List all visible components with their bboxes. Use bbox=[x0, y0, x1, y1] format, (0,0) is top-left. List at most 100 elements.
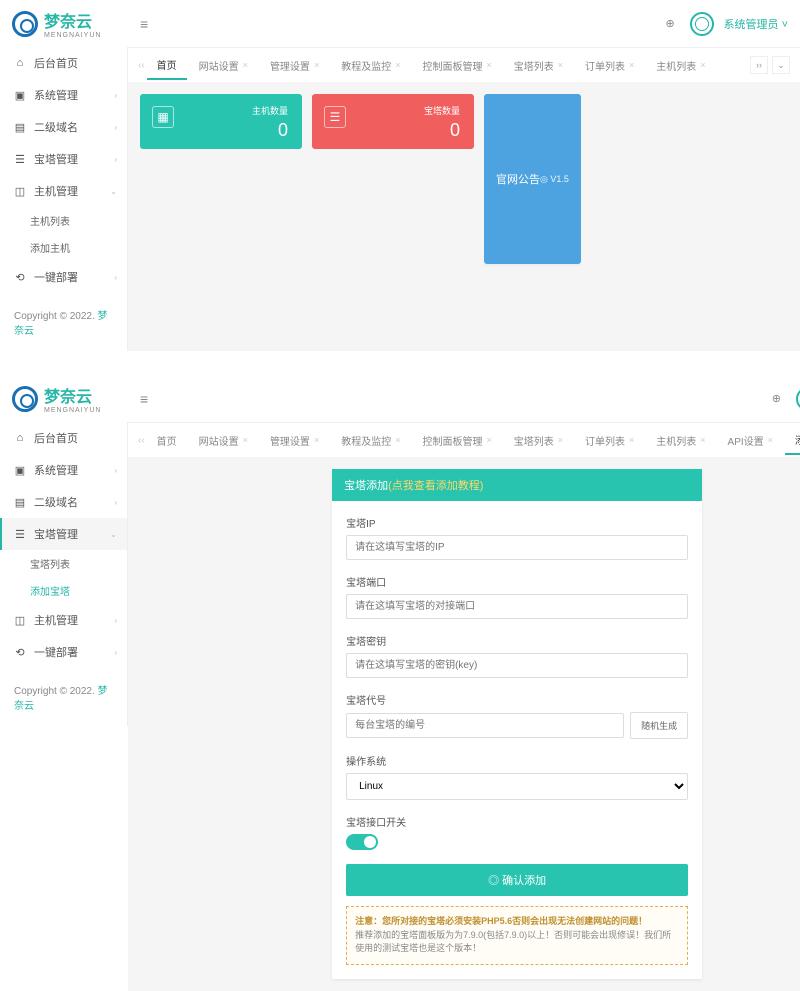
ip-input[interactable] bbox=[346, 535, 688, 560]
tab-admin[interactable]: 管理设置× bbox=[260, 427, 329, 454]
sidebar-item-deploy[interactable]: ⟲一键部署› bbox=[0, 636, 127, 668]
close-icon[interactable]: × bbox=[486, 60, 491, 70]
sidebar-item-system[interactable]: ▣系统管理› bbox=[0, 79, 127, 111]
sidebar-sub-addhost[interactable]: 添加主机 bbox=[0, 234, 127, 261]
announce-header[interactable]: 官网公告 ◎ V1.5 bbox=[484, 94, 581, 264]
sidebar-item-system[interactable]: ▣系统管理› bbox=[0, 454, 127, 486]
close-icon[interactable]: × bbox=[768, 435, 773, 445]
globe-icon[interactable]: ⊕ bbox=[772, 392, 786, 406]
close-icon[interactable]: × bbox=[314, 60, 319, 70]
submit-button[interactable]: ◎ 确认添加 bbox=[346, 864, 688, 896]
field-port: 宝塔端口 bbox=[346, 574, 688, 619]
tab-api[interactable]: API设置× bbox=[718, 427, 783, 454]
tab-btlist[interactable]: 宝塔列表× bbox=[504, 427, 573, 454]
sidebar-item-host[interactable]: ◫主机管理⌄ bbox=[0, 175, 127, 207]
sidebar-item-home[interactable]: ⌂后台首页 bbox=[0, 422, 127, 454]
home-icon: ⌂ bbox=[14, 432, 26, 444]
dashboard-cards: ▦ 主机数量 0 ☰ 宝塔数量 0 官网公告 ◎ V1.5 bbox=[140, 94, 788, 266]
tabs-scroll-left[interactable]: ‹‹ bbox=[138, 60, 145, 71]
close-icon[interactable]: × bbox=[629, 435, 634, 445]
sidebar-item-domain[interactable]: ▤二级域名› bbox=[0, 486, 127, 518]
globe-icon[interactable]: ⊕ bbox=[666, 17, 680, 31]
sidebar-item-domain[interactable]: ▤二级域名› bbox=[0, 111, 127, 143]
sidebar-sub-btlist[interactable]: 宝塔列表 bbox=[0, 550, 127, 577]
chevron-down-icon: ⌄ bbox=[110, 530, 117, 539]
sidebar-item-bt[interactable]: ☰宝塔管理› bbox=[0, 143, 127, 175]
close-icon[interactable]: × bbox=[486, 435, 491, 445]
sidebar-item-host[interactable]: ◫主机管理› bbox=[0, 604, 127, 636]
bt-icon: ☰ bbox=[324, 106, 346, 128]
system-icon: ▣ bbox=[14, 464, 26, 476]
card-bt[interactable]: ☰ 宝塔数量 0 bbox=[312, 94, 474, 149]
tabs-menu[interactable]: ⌄ bbox=[772, 56, 790, 74]
close-icon[interactable]: × bbox=[243, 435, 248, 445]
tab-tutorial[interactable]: 教程及监控× bbox=[331, 52, 410, 79]
tab-cpanel[interactable]: 控制面板管理× bbox=[412, 427, 501, 454]
close-icon[interactable]: × bbox=[558, 435, 563, 445]
close-icon[interactable]: × bbox=[558, 60, 563, 70]
logo[interactable]: 梦奈云 MENGNAIYUN bbox=[0, 375, 128, 422]
close-icon[interactable]: × bbox=[700, 60, 705, 70]
hosts-count: 0 bbox=[278, 120, 288, 141]
tab-home[interactable]: 首页 bbox=[147, 427, 187, 454]
tab-orders[interactable]: 订单列表× bbox=[575, 52, 644, 79]
sidebar-item-home[interactable]: ⌂后台首页 bbox=[0, 47, 127, 79]
close-icon[interactable]: × bbox=[629, 60, 634, 70]
dashboard-panel: 梦奈云 MENGNAIYUN ⌂后台首页 ▣系统管理› ▤二级域名› ☰宝塔管理… bbox=[0, 0, 800, 351]
server-icon: ▦ bbox=[152, 106, 174, 128]
tabs-scroll-right[interactable]: ›› bbox=[750, 56, 768, 74]
tab-addbt[interactable]: 添加宝塔× bbox=[785, 426, 800, 455]
close-icon[interactable]: × bbox=[314, 435, 319, 445]
sidebar-sub-hostlist[interactable]: 主机列表 bbox=[0, 207, 127, 234]
close-icon[interactable]: × bbox=[395, 435, 400, 445]
tabs-scroll-left[interactable]: ‹‹ bbox=[138, 435, 145, 446]
logo[interactable]: 梦奈云 MENGNAIYUN bbox=[0, 0, 128, 47]
sidebar-sub-addbt[interactable]: 添加宝塔 bbox=[0, 577, 127, 604]
chevron-right-icon: › bbox=[114, 123, 117, 132]
tab-tutorial[interactable]: 教程及监控× bbox=[331, 427, 410, 454]
content: ▦ 主机数量 0 ☰ 宝塔数量 0 官网公告 ◎ V1.5 bbox=[128, 82, 800, 351]
deploy-icon: ⟲ bbox=[14, 271, 26, 283]
domain-icon: ▤ bbox=[14, 121, 26, 133]
tab-btlist[interactable]: 宝塔列表× bbox=[504, 52, 573, 79]
tab-site[interactable]: 网站设置× bbox=[189, 52, 258, 79]
tab-hostlist[interactable]: 主机列表× bbox=[646, 52, 715, 79]
user-menu[interactable]: 系统管理员 ˅ bbox=[724, 16, 788, 32]
menu-toggle-icon[interactable]: ≡ bbox=[140, 391, 148, 407]
sidebar: ⌂后台首页 ▣系统管理› ▤二级域名› ☰宝塔管理⌄ 宝塔列表 添加宝塔 ◫主机… bbox=[0, 422, 128, 726]
form-note: 注意：您所对接的宝塔必须安装PHP5.6否则会出现无法创建网站的问题！ 推荐添加… bbox=[346, 906, 688, 965]
chevron-right-icon: › bbox=[114, 498, 117, 507]
menu-toggle-icon[interactable]: ≡ bbox=[140, 16, 148, 32]
close-icon[interactable]: × bbox=[700, 435, 705, 445]
tab-admin[interactable]: 管理设置× bbox=[260, 52, 329, 79]
os-select[interactable]: Linux bbox=[346, 773, 688, 800]
host-icon: ◫ bbox=[14, 614, 26, 626]
tabs-bar: ‹‹ 首页 网站设置× 管理设置× 教程及监控× 控制面板管理× 宝塔列表× 订… bbox=[128, 423, 800, 457]
api-toggle[interactable] bbox=[346, 834, 378, 850]
sidebar-item-deploy[interactable]: ⟲一键部署› bbox=[0, 261, 127, 293]
tab-site[interactable]: 网站设置× bbox=[189, 427, 258, 454]
tutorial-link[interactable]: (点我查看添加教程) bbox=[388, 480, 483, 492]
system-icon: ▣ bbox=[14, 89, 26, 101]
version-badge: ◎ V1.5 bbox=[540, 174, 569, 185]
key-input[interactable] bbox=[346, 653, 688, 678]
tab-hostlist[interactable]: 主机列表× bbox=[646, 427, 715, 454]
list-icon: ☰ bbox=[14, 153, 26, 165]
chevron-right-icon: › bbox=[114, 155, 117, 164]
tab-home[interactable]: 首页 bbox=[147, 51, 187, 80]
port-input[interactable] bbox=[346, 594, 688, 619]
tab-orders[interactable]: 订单列表× bbox=[575, 427, 644, 454]
announce-card: 官网公告 ◎ V1.5 bbox=[484, 94, 581, 266]
tab-cpanel[interactable]: 控制面板管理× bbox=[412, 52, 501, 79]
copyright: Copyright © 2022. 梦奈云 bbox=[0, 668, 127, 726]
code-input[interactable] bbox=[346, 713, 624, 738]
sidebar-item-bt[interactable]: ☰宝塔管理⌄ bbox=[0, 518, 127, 550]
topbar: ≡ ⊕ 系统管理员 ˅ bbox=[128, 0, 800, 48]
random-generate-button[interactable]: 随机生成 bbox=[630, 712, 688, 739]
close-icon[interactable]: × bbox=[395, 60, 400, 70]
avatar[interactable] bbox=[690, 12, 714, 36]
card-hosts[interactable]: ▦ 主机数量 0 bbox=[140, 94, 302, 149]
close-icon[interactable]: × bbox=[243, 60, 248, 70]
avatar[interactable] bbox=[796, 387, 800, 411]
add-bt-panel: 梦奈云 MENGNAIYUN ⌂后台首页 ▣系统管理› ▤二级域名› ☰宝塔管理… bbox=[0, 375, 800, 991]
